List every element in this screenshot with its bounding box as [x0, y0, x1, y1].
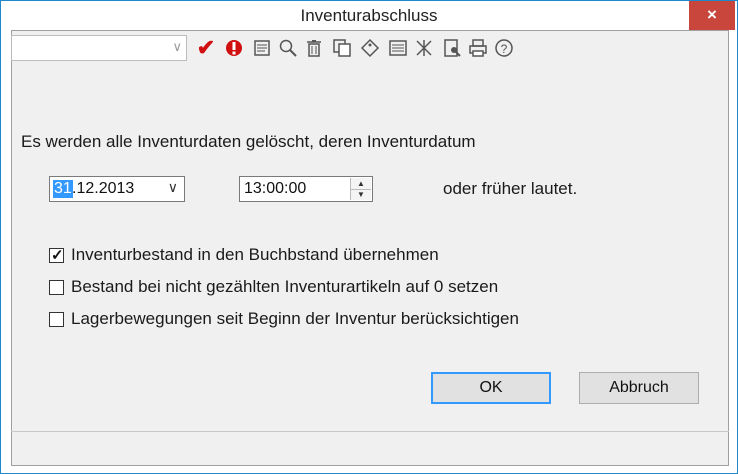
checkmark-icon: ✓ — [51, 247, 64, 264]
checkbox-stock-movements[interactable] — [49, 312, 67, 330]
dialog-window: Inventurabschluss × ∨ ✔ ? Es werden alle… — [0, 0, 738, 474]
close-button[interactable]: × — [689, 1, 735, 30]
filter-icon[interactable] — [413, 35, 435, 61]
search-icon[interactable] — [277, 35, 299, 61]
intro-text: Es werden alle Inventurdaten gelöscht, d… — [21, 132, 476, 151]
time-spinner[interactable]: ▲ ▼ — [350, 178, 371, 200]
window-title: Inventurabschluss — [300, 6, 438, 25]
time-value[interactable]: 13:00:00 — [244, 180, 306, 198]
date-picker[interactable]: 31 .12.2013 ∨ — [49, 176, 185, 202]
option-label[interactable]: Bestand bei nicht gezählten Inventurarti… — [71, 277, 498, 297]
title-bar: Inventurabschluss × — [1, 1, 737, 30]
help-icon[interactable]: ? — [493, 35, 515, 61]
spin-down-icon[interactable]: ▼ — [351, 189, 371, 200]
option-label[interactable]: Inventurbestand in den Buchbstand überne… — [71, 245, 439, 265]
stop-icon[interactable] — [223, 35, 245, 61]
print-icon[interactable] — [467, 35, 489, 61]
checkbox-box[interactable] — [49, 312, 64, 327]
toolbar-combo[interactable]: ∨ — [11, 35, 187, 61]
list-icon[interactable] — [387, 35, 409, 61]
trash-icon[interactable] — [303, 35, 325, 61]
dropdown-arrow-icon[interactable]: ∨ — [172, 39, 182, 55]
time-input[interactable]: 13:00:00 ▲ ▼ — [239, 176, 373, 202]
suffix-text: oder früher lautet. — [443, 179, 578, 198]
checkbox-box[interactable] — [49, 280, 64, 295]
checkbox-zero-uncounted[interactable] — [49, 280, 67, 298]
checkmark-icon[interactable]: ✔ — [195, 35, 217, 61]
date-day-selected[interactable]: 31 — [53, 180, 73, 198]
ok-button[interactable]: OK — [431, 372, 551, 404]
chevron-down-icon[interactable]: ∨ — [168, 179, 178, 196]
option-label[interactable]: Lagerbewegungen seit Beginn der Inventur… — [71, 309, 519, 329]
tag-icon[interactable] — [359, 35, 381, 61]
status-divider — [11, 431, 729, 432]
date-rest[interactable]: .12.2013 — [72, 180, 134, 198]
checkbox-inventory-transfer[interactable]: ✓ — [49, 247, 67, 266]
notepad-icon[interactable] — [251, 35, 273, 61]
preview-icon[interactable] — [441, 35, 463, 61]
copy-icon[interactable] — [331, 35, 353, 61]
cancel-button[interactable]: Abbruch — [579, 372, 699, 404]
svg-text:?: ? — [501, 42, 508, 56]
